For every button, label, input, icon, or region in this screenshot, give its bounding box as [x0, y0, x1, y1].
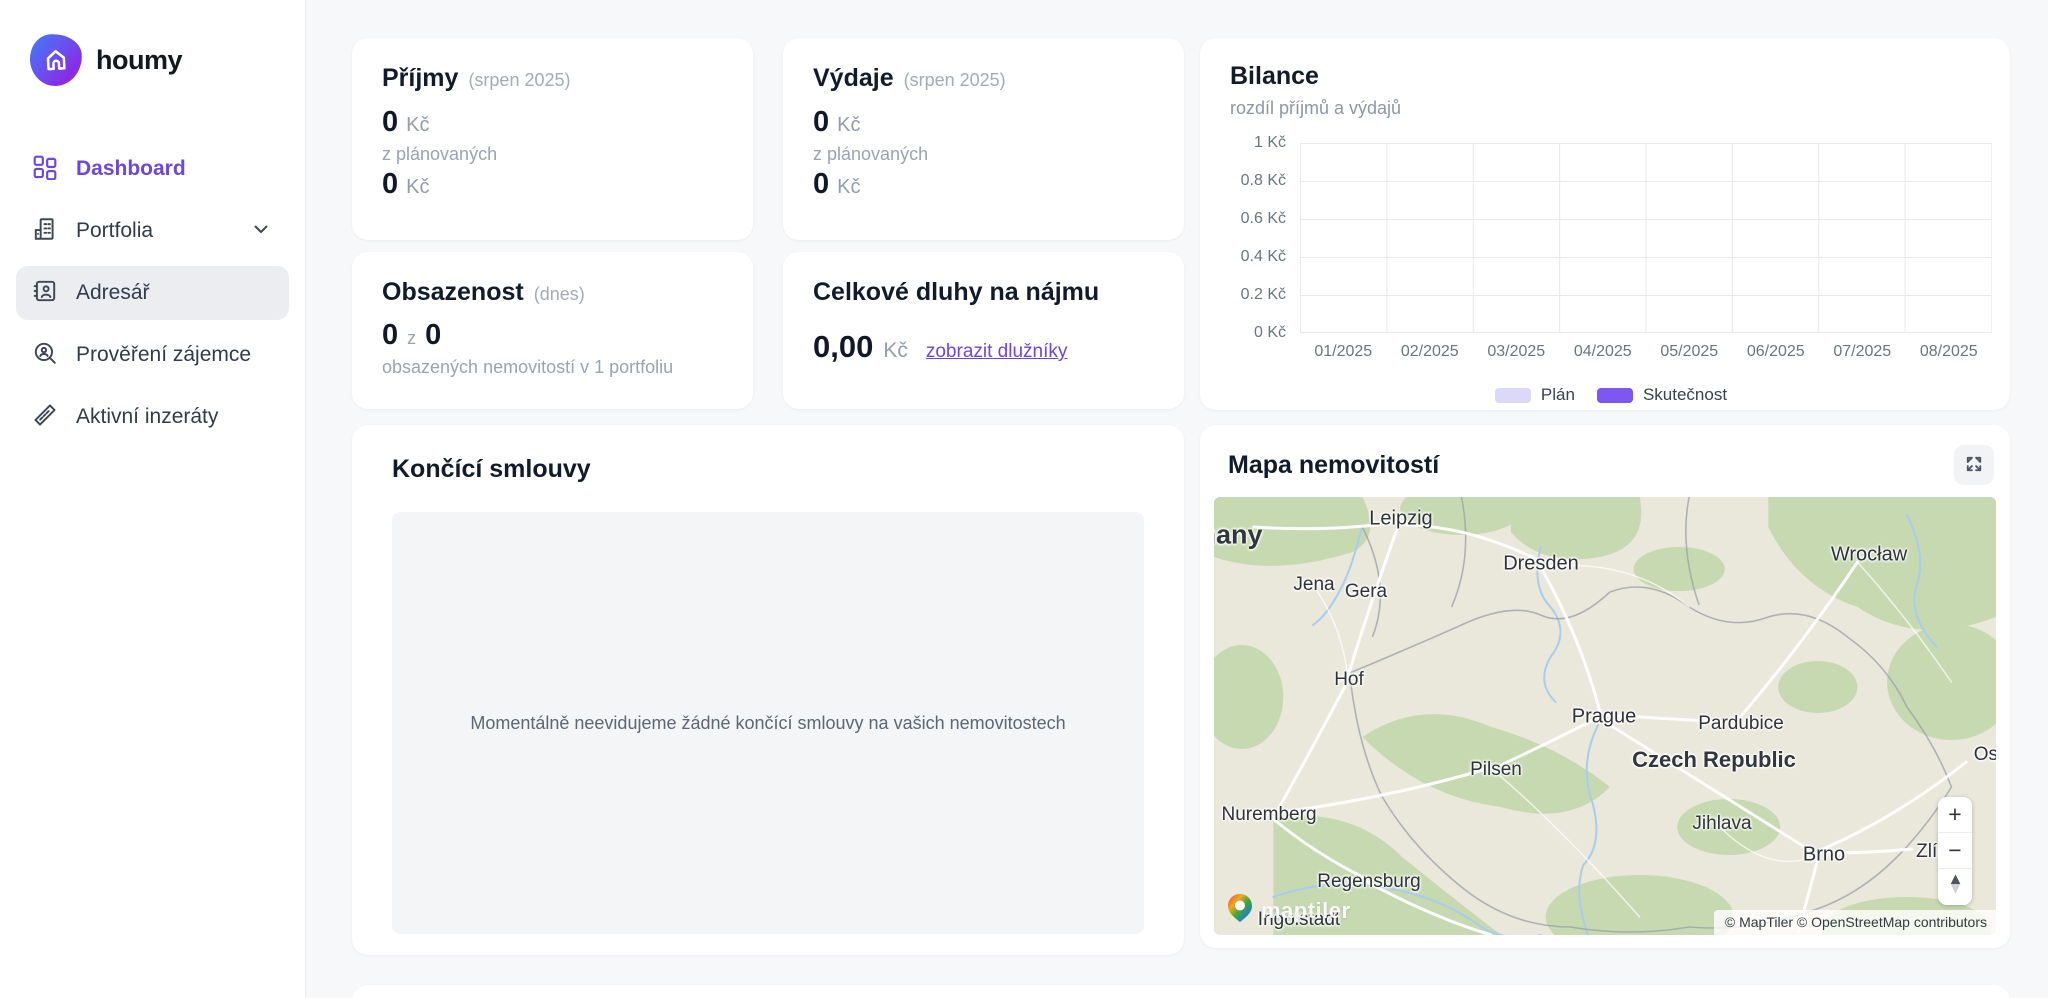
expenses-card-period: (srpen 2025)	[904, 70, 1006, 91]
chart-x-axis: 01/202502/202503/202504/202505/202506/20…	[1300, 343, 1992, 361]
map-card-title: Mapa nemovitostí	[1228, 451, 1439, 480]
occupancy-subtitle: obsazených nemovitostí v 1 portfoliu	[382, 357, 723, 378]
sidebar-item-label: Dashboard	[76, 157, 186, 181]
show-debtors-link[interactable]: zobrazit dlužníky	[926, 341, 1068, 363]
building-icon	[32, 216, 58, 247]
debts-currency: Kč	[883, 339, 908, 363]
left-column: Příjmy (srpen 2025) 0 Kč z plánovaných 0…	[352, 38, 1184, 955]
expenses-card-title: Výdaje	[813, 64, 894, 93]
expand-icon	[1964, 454, 1984, 477]
contracts-empty-state: Momentálně neevidujeme žádné končící sml…	[392, 512, 1144, 934]
sidebar-item-label: Adresář	[76, 281, 150, 305]
contracts-empty-message: Momentálně neevidujeme žádné končící sml…	[470, 713, 1065, 734]
ruler-icon	[32, 402, 58, 433]
sidebar-item-label: Prověření zájemce	[76, 343, 251, 367]
occupancy-value: 0	[382, 319, 398, 352]
houmy-logo-icon	[29, 33, 84, 88]
income-planned-currency: Kč	[406, 176, 429, 199]
person-search-icon	[32, 340, 58, 371]
chart-legend: PlánSkutečnost	[1230, 385, 1992, 405]
map-canvas[interactable]: GermanyLeipzigDresdenWrocławJenaGeraHofP…	[1214, 497, 1996, 935]
debts-card: Celkové dluhy na nájmu 0,00 Kč zobrazit …	[783, 252, 1184, 409]
ending-contracts-card: Končící smlouvy Momentálně neevidujeme ž…	[352, 425, 1184, 955]
sidebar-item-aktivni-inzeraty[interactable]: Aktivní inzeráty	[16, 390, 289, 444]
map-fullscreen-button[interactable]	[1954, 445, 1994, 485]
sidebar: houmy Dashboard Portfolia	[0, 0, 306, 998]
chevron-down-icon[interactable]	[249, 217, 273, 246]
contracts-card-title: Končící smlouvy	[392, 455, 591, 483]
contact-card-icon	[32, 278, 58, 309]
right-column: Bilance rozdíl příjmů a výdajů 1 Kč0.8 K…	[1200, 38, 2010, 955]
compass-needle-icon	[1948, 873, 1963, 901]
map-attribution: © MapTiler © OpenStreetMap contributors	[1714, 910, 1996, 935]
expenses-value: 0	[813, 106, 829, 139]
bottom-partial-card	[352, 985, 2010, 998]
map-zoom-in-button[interactable]: +	[1938, 797, 1972, 833]
sidebar-item-adresar[interactable]: Adresář	[16, 266, 289, 320]
income-planned-value: 0	[382, 168, 398, 201]
maptiler-pin-icon	[1224, 892, 1256, 929]
map-controls: + −	[1938, 797, 1972, 905]
expenses-currency: Kč	[837, 114, 860, 137]
brand-name: houmy	[96, 45, 182, 76]
occupancy-card-period: (dnes)	[534, 284, 585, 305]
dashboard-grid-icon	[32, 154, 58, 185]
income-currency: Kč	[406, 114, 429, 137]
balance-card-subtitle: rozdíl příjmů a výdajů	[1230, 98, 1992, 119]
maptiler-logo[interactable]: maptiler	[1224, 892, 1351, 929]
map-terrain	[1214, 497, 1996, 935]
sidebar-item-label: Aktivní inzeráty	[76, 405, 218, 429]
sidebar-item-dashboard[interactable]: Dashboard	[16, 142, 289, 196]
income-planned-label: z plánovaných	[382, 144, 723, 165]
map-card: Mapa nemovitostí	[1200, 425, 2010, 948]
balance-chart: 1 Kč0.8 Kč0.6 Kč0.4 Kč0.2 Kč0 Kč 01/2025…	[1230, 143, 1992, 405]
expenses-planned-currency: Kč	[837, 176, 860, 199]
chart-y-axis: 1 Kč0.8 Kč0.6 Kč0.4 Kč0.2 Kč0 Kč	[1230, 143, 1292, 333]
map-compass-button[interactable]	[1938, 869, 1972, 905]
balance-card: Bilance rozdíl příjmů a výdajů 1 Kč0.8 K…	[1200, 38, 2010, 410]
balance-card-title: Bilance	[1230, 62, 1319, 90]
expenses-planned-value: 0	[813, 168, 829, 201]
income-card-period: (srpen 2025)	[468, 70, 570, 91]
occupancy-separator: z	[407, 328, 416, 349]
debts-card-title: Celkové dluhy na nájmu	[813, 278, 1099, 307]
sidebar-nav: Dashboard Portfolia	[0, 142, 305, 444]
occupancy-card-title: Obsazenost	[382, 278, 524, 307]
debts-value: 0,00	[813, 329, 873, 365]
income-card: Příjmy (srpen 2025) 0 Kč z plánovaných 0…	[352, 38, 753, 240]
brand: houmy	[0, 0, 305, 86]
income-value: 0	[382, 106, 398, 139]
sidebar-item-portfolia[interactable]: Portfolia	[16, 204, 289, 258]
expenses-planned-label: z plánovaných	[813, 144, 1154, 165]
expenses-card: Výdaje (srpen 2025) 0 Kč z plánovaných 0…	[783, 38, 1184, 240]
occupancy-total: 0	[425, 319, 441, 352]
chart-plot-area	[1300, 143, 1992, 333]
occupancy-card: Obsazenost (dnes) 0 z 0 obsazených nemov…	[352, 252, 753, 409]
maptiler-logo-text: maptiler	[1261, 898, 1351, 924]
main-content: Příjmy (srpen 2025) 0 Kč z plánovaných 0…	[307, 0, 2048, 998]
sidebar-item-provereni-zajemce[interactable]: Prověření zájemce	[16, 328, 289, 382]
map-zoom-out-button[interactable]: −	[1938, 833, 1972, 869]
income-card-title: Příjmy	[382, 64, 458, 93]
sidebar-item-label: Portfolia	[76, 219, 153, 243]
